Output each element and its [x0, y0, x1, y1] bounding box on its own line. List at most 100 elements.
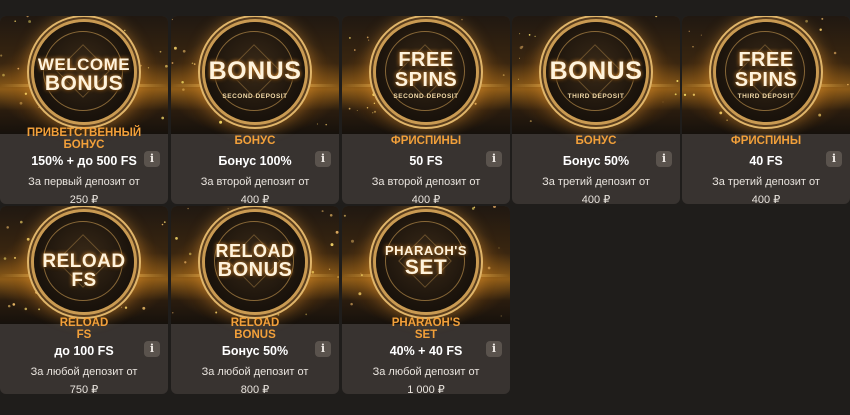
sparkle-dot: [121, 306, 123, 308]
sparkle-dot: [833, 51, 837, 55]
medal-subtitle: THIRD DEPOSIT: [567, 93, 625, 100]
bonus-card-pharaohs-set[interactable]: PHARAOH'S SET PHARAOH'S SET 40% + 40 FS …: [342, 206, 510, 394]
sparkle-dot: [529, 120, 532, 123]
medal-title: FREE SPINS: [394, 49, 458, 91]
sparkle-dot: [847, 83, 849, 86]
bonus-card-welcome[interactable]: WELCOME BONUS ПРИВЕТСТВЕННЫЙ БОНУС 150% …: [0, 16, 168, 204]
bonus-condition: За первый депозит от 250 ₽: [28, 176, 140, 204]
sparkle-dot: [493, 206, 496, 208]
sparkle-dot: [517, 78, 519, 80]
medal-subtitle: SECOND DEPOSIT: [222, 93, 288, 100]
medal-badge: RELOAD FS: [34, 212, 134, 312]
sparkle-dot: [805, 19, 808, 23]
bonus-label: RELOAD FS: [59, 317, 109, 341]
info-icon[interactable]: i: [315, 341, 331, 357]
sparkle-dot: [140, 64, 142, 67]
sparkle-dot: [351, 239, 354, 243]
sparkle-dot: [172, 312, 174, 314]
medal-badge: PHARAOH'S SET: [376, 212, 476, 312]
sparkle-dot: [354, 49, 356, 51]
sparkle-dot: [219, 120, 223, 124]
sparkle-dot: [307, 58, 310, 61]
sparkle-dot: [335, 230, 339, 234]
sparkle-dot: [175, 237, 178, 240]
sparkle-dot: [6, 226, 9, 229]
sparkle-dot: [700, 34, 702, 36]
sparkle-dot: [19, 220, 23, 224]
sparkle-dot: [819, 28, 822, 31]
sparkle-dot: [760, 16, 763, 19]
bonus-value: 40 FS: [749, 154, 783, 168]
sparkle-dot: [662, 101, 664, 103]
sparkle-dot: [2, 73, 5, 77]
sparkle-dot: [328, 268, 331, 270]
sparkle-dot: [184, 261, 187, 264]
sparkle-dot: [343, 214, 346, 217]
bonus-card-third-deposit[interactable]: BONUS THIRD DEPOSIT БОНУС Бонус 50% i За…: [512, 16, 680, 204]
sparkle-dot: [161, 223, 164, 226]
bonus-condition: За любой депозит от 800 ₽: [201, 366, 309, 394]
bonus-card-reload-bonus[interactable]: RELOAD BONUS RELOAD BONUS Бонус 50% i За…: [171, 206, 339, 394]
info-icon[interactable]: i: [315, 151, 331, 167]
medal-title: WELCOME BONUS: [37, 55, 131, 95]
bonus-condition: За второй депозит от 400 ₽: [371, 176, 481, 204]
sparkle-dot: [631, 107, 633, 109]
medal-badge: WELCOME BONUS: [34, 22, 134, 122]
sparkle-dot: [161, 116, 165, 120]
sparkle-dot: [348, 107, 351, 110]
medal-title: BONUS: [208, 57, 302, 85]
sparkle-dot: [182, 88, 185, 91]
sparkle-dot: [38, 106, 40, 108]
sparkle-dot: [191, 62, 194, 65]
bonus-card-reload-fs[interactable]: RELOAD FS RELOAD FS до 100 FS i За любой…: [0, 206, 168, 394]
sparkle-dot: [309, 250, 312, 253]
bonus-card-second-deposit[interactable]: BONUS SECOND DEPOSIT БОНУС Бонус 100% i …: [171, 16, 339, 204]
sparkle-dot: [373, 110, 377, 113]
bonus-card-free-spins-third[interactable]: FREE SPINS THIRD DEPOSIT ФРИСПИНЫ 40 FS …: [682, 16, 850, 204]
sparkle-dot: [35, 290, 39, 294]
info-icon[interactable]: i: [144, 151, 160, 167]
sparkle-dot: [17, 67, 20, 70]
medal-title: RELOAD BONUS: [215, 241, 295, 281]
medal-title: PHARAOH'S SET: [385, 243, 467, 279]
medal-badge: FREE SPINS THIRD DEPOSIT: [716, 22, 816, 122]
info-icon[interactable]: i: [656, 151, 672, 167]
sparkle-dot: [474, 102, 477, 105]
bonus-value: до 100 FS: [54, 344, 114, 358]
sparkle-dot: [472, 239, 476, 243]
sparkle-dot: [129, 235, 131, 237]
sparkle-dot: [171, 62, 174, 64]
info-icon[interactable]: i: [486, 151, 502, 167]
medal-subtitle: THIRD DEPOSIT: [737, 93, 795, 100]
medal-title: RELOAD FS: [42, 251, 126, 291]
sparkle-dot: [159, 50, 162, 53]
sparkle-dot: [325, 123, 327, 126]
bonus-card-free-spins-second[interactable]: FREE SPINS SECOND DEPOSIT ФРИСПИНЫ 50 FS…: [342, 16, 510, 204]
sparkle-dot: [372, 93, 376, 96]
sparkle-dot: [366, 107, 369, 109]
sparkle-dot: [181, 80, 184, 84]
sparkle-dot: [182, 49, 186, 53]
sparkle-dot: [12, 303, 16, 306]
sparkle-dot: [466, 36, 470, 40]
sparkle-dot: [461, 18, 463, 21]
bonus-condition: За второй депозит от 400 ₽: [200, 176, 310, 204]
info-icon[interactable]: i: [826, 151, 842, 167]
info-icon[interactable]: i: [486, 341, 502, 357]
sparkle-dot: [277, 313, 280, 316]
sparkle-dot: [188, 252, 192, 256]
sparkle-dot: [215, 311, 218, 314]
bonus-value: 50 FS: [409, 154, 443, 168]
sparkle-dot: [124, 306, 128, 309]
sparkle-dot: [330, 243, 334, 247]
medal-badge: FREE SPINS SECOND DEPOSIT: [376, 22, 476, 122]
sparkle-dot: [311, 270, 315, 274]
info-icon[interactable]: i: [144, 341, 160, 357]
bonus-label: БОНУС: [575, 135, 617, 147]
sparkle-dot: [193, 63, 196, 65]
sparkle-dot: [305, 313, 308, 316]
sparkle-dot: [24, 307, 28, 311]
sparkle-dot: [7, 304, 11, 308]
bonus-condition: За третий депозит от 400 ₽: [542, 176, 650, 204]
bonus-value: Бонус 50%: [562, 154, 630, 168]
